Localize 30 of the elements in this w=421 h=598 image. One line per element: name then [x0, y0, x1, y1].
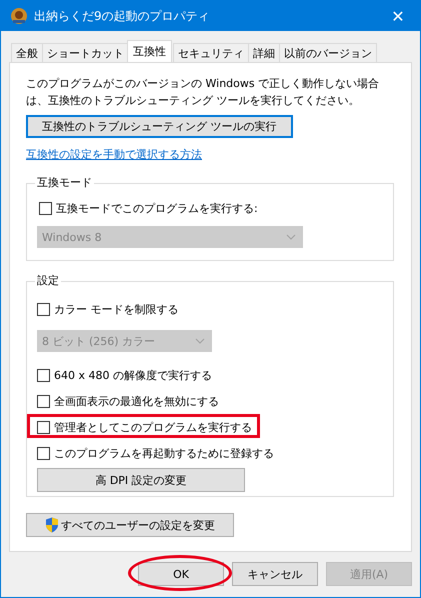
checkbox[interactable] [37, 368, 50, 382]
group-title: 互換モード [35, 175, 94, 190]
checkbox[interactable] [37, 302, 50, 316]
shield-icon [45, 517, 59, 533]
tab[interactable]: 全般 [11, 43, 43, 62]
chevron-icon [286, 234, 296, 240]
checkbox[interactable] [37, 446, 50, 460]
dpi-settings-button[interactable]: 高 DPI 設定の変更 [37, 468, 245, 492]
close-button[interactable]: ✕ [376, 1, 420, 31]
description-text: このプログラムがこのバージョンの Windows で正しく動作しない場合は、互換性のトラブルシューティング ツールを実行してください。 [26, 76, 380, 109]
all-users-button[interactable]: すべてのユーザーの設定を変更 [26, 513, 234, 537]
window-title: 出納らくだ9の起動のプロパティ [34, 8, 211, 24]
checkbox-label: 640 x 480 の解像度で実行する [54, 368, 212, 382]
checkbox-label: カラー モードを制限する [54, 302, 178, 316]
help-link[interactable]: 互換性の設定を手動で選択する方法 [26, 147, 202, 162]
checkbox[interactable] [37, 394, 50, 408]
tab[interactable]: 以前のバージョン [279, 43, 377, 62]
checkbox[interactable] [37, 420, 50, 434]
dialog-button[interactable]: OK [138, 562, 224, 586]
group-title: 設定 [35, 273, 61, 288]
dialog-button[interactable]: キャンセル [232, 562, 318, 586]
checkbox-label: 管理者としてこのプログラムを実行する [54, 420, 252, 434]
troubleshoot-button[interactable]: 互換性のトラブルシューティング ツールの実行 [26, 115, 292, 138]
checkbox-label: このプログラムを再起動するために登録する [54, 446, 274, 460]
checkbox-label: 互換モードでこのプログラムを実行する: [56, 200, 258, 216]
checkbox[interactable] [39, 202, 52, 214]
checkbox-label: 全画面表示の最適化を無効にする [54, 394, 219, 408]
chevron-icon [195, 338, 205, 344]
tab[interactable]: 互換性 [127, 40, 172, 62]
tab[interactable]: セキュリティ [173, 43, 249, 62]
